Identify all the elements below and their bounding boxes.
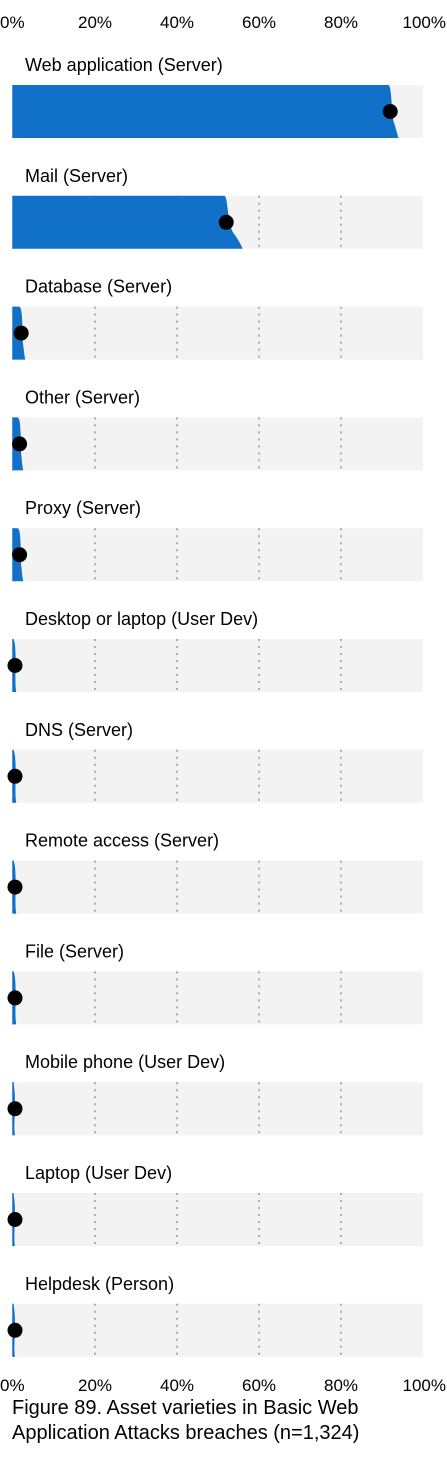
row-panel — [13, 860, 423, 914]
point-estimate — [7, 768, 23, 784]
bottom-tick-label: 80% — [324, 1376, 358, 1395]
row-panel — [13, 1082, 423, 1136]
top-tick-label: 40% — [160, 13, 194, 32]
bottom-tick-label: 40% — [160, 1376, 194, 1395]
top-tick-label: 20% — [78, 13, 112, 32]
point-estimate — [12, 436, 28, 452]
category-label: DNS (Server) — [25, 720, 133, 740]
row-panel — [13, 306, 423, 360]
category-label: Helpdesk (Person) — [25, 1274, 174, 1294]
point-estimate — [7, 1101, 23, 1117]
row-panel — [13, 1193, 423, 1246]
category-label: Web application (Server) — [25, 55, 223, 75]
point-estimate — [7, 879, 23, 895]
row-panel — [13, 971, 423, 1025]
row-panel — [13, 417, 423, 471]
category-label: Database (Server) — [25, 277, 172, 297]
category-label: Laptop (User Dev) — [25, 1163, 172, 1183]
top-tick-label: 60% — [242, 13, 276, 32]
top-tick-label: 80% — [324, 13, 358, 32]
point-estimate — [7, 658, 23, 673]
point-estimate — [7, 1322, 23, 1338]
row-panel — [13, 1303, 423, 1357]
top-tick-label: 100% — [403, 13, 446, 32]
bottom-tick-label: 100% — [403, 1376, 446, 1395]
category-label: Other (Server) — [25, 387, 140, 407]
category-label: File (Server) — [25, 941, 124, 961]
bottom-tick-label: 20% — [78, 1376, 112, 1395]
row-panel — [13, 528, 423, 582]
category-label: Proxy (Server) — [25, 498, 141, 518]
row-panel — [13, 749, 423, 803]
bottom-tick-label: 60% — [242, 1376, 276, 1395]
interval-bar — [13, 195, 243, 249]
point-estimate — [13, 325, 29, 341]
figure-caption: Figure 89. Asset varieties in Basic Web … — [12, 1397, 360, 1444]
category-label: Mail (Server) — [25, 166, 128, 186]
point-estimate — [7, 1212, 23, 1227]
point-estimate — [7, 990, 23, 1006]
row-panel — [13, 639, 423, 692]
top-tick-label: 0% — [0, 13, 25, 32]
point-estimate — [12, 547, 28, 563]
bottom-tick-label: 0% — [0, 1376, 25, 1395]
point-estimate — [218, 214, 234, 230]
category-label: Remote access (Server) — [25, 831, 219, 851]
category-label: Mobile phone (User Dev) — [25, 1052, 225, 1072]
category-label: Desktop or laptop (User Dev) — [25, 609, 258, 629]
chart: 0% 20% 40% 60% 80% 100% 0% 20% 40% 60% 80% 100% Web … — [0, 13, 446, 1395]
interval-bar — [13, 85, 399, 138]
point-estimate — [382, 104, 398, 119]
